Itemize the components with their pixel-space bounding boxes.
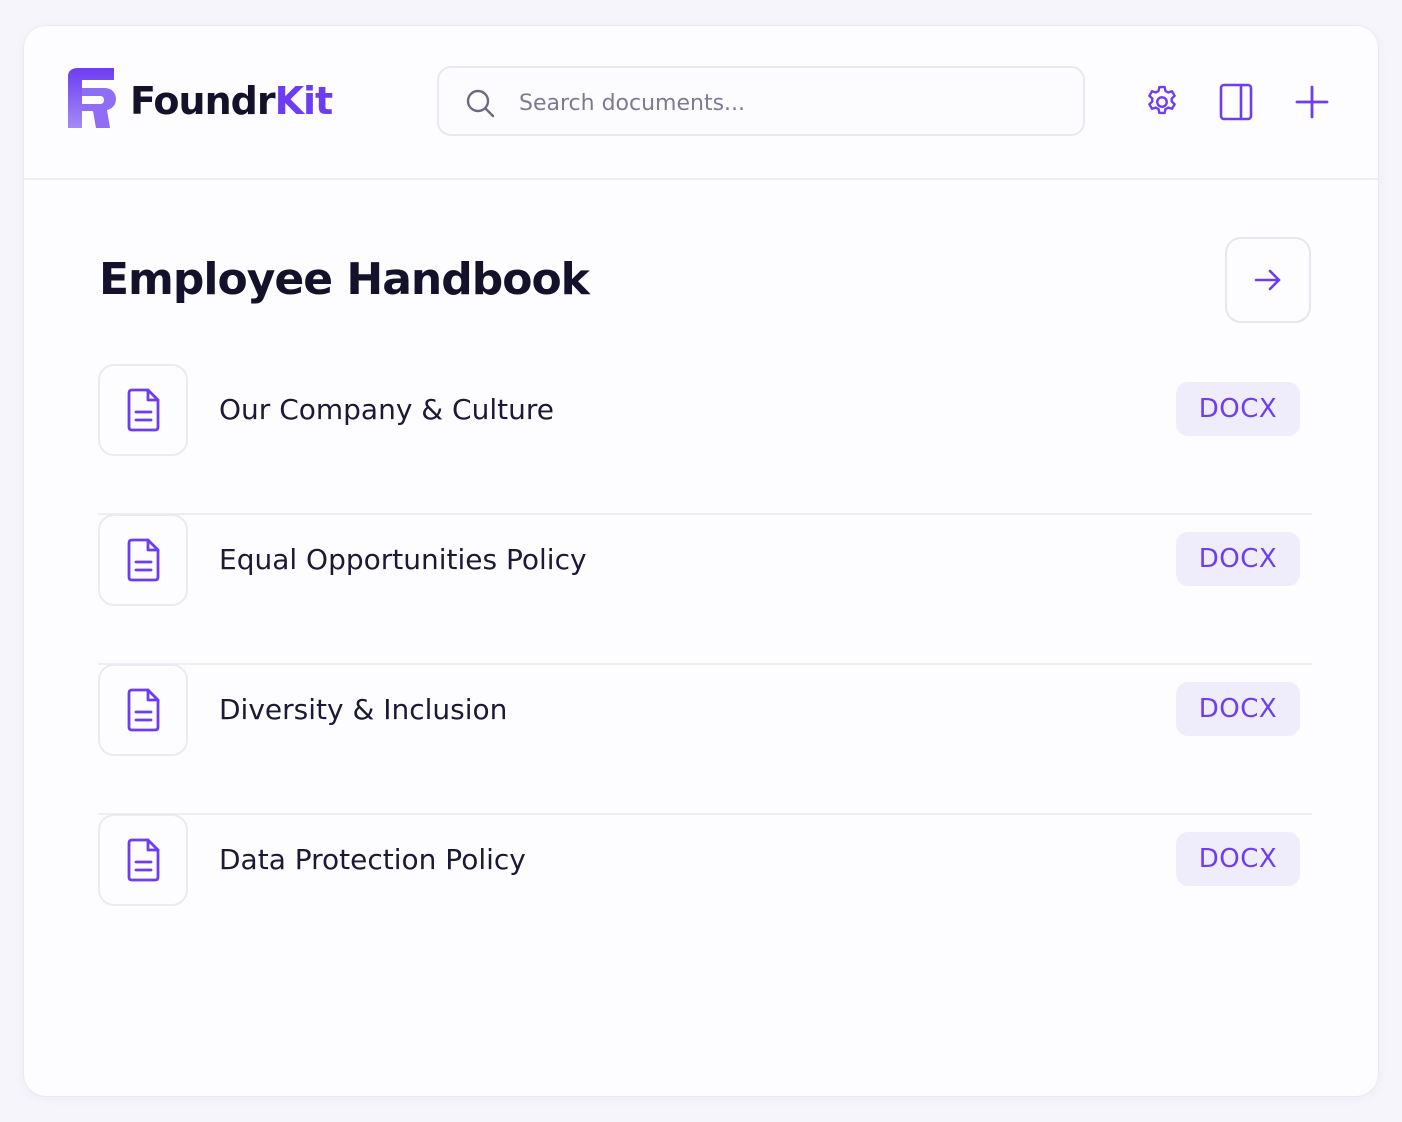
- gear-icon: [1148, 85, 1176, 115]
- document-icon: [127, 838, 160, 882]
- document-name: Equal Opportunities Policy: [219, 543, 587, 576]
- app-header: FoundrKit: [24, 26, 1378, 180]
- file-type-badge: DOCX: [1176, 532, 1300, 586]
- document-row[interactable]: Equal Opportunities Policy DOCX: [98, 513, 1312, 664]
- search-box[interactable]: [437, 66, 1085, 136]
- file-type-badge: DOCX: [1176, 682, 1300, 736]
- file-type-badge: DOCX: [1176, 382, 1300, 436]
- document-name: Diversity & Inclusion: [219, 693, 508, 726]
- search-icon: [466, 89, 495, 118]
- app-card: FoundrKit Employe: [24, 26, 1378, 1096]
- document-icon: [127, 538, 160, 582]
- document-icon: [127, 688, 160, 732]
- settings-button[interactable]: [1142, 82, 1182, 122]
- document-icon-box: [98, 664, 188, 756]
- document-list: Our Company & Culture DOCX Equal Opportu…: [98, 364, 1312, 964]
- document-icon-box: [98, 814, 188, 906]
- open-collection-button[interactable]: [1225, 237, 1311, 323]
- document-icon-box: [98, 514, 188, 606]
- page-title: Employee Handbook: [99, 254, 590, 305]
- document-name: Our Company & Culture: [219, 393, 554, 426]
- file-type-badge: DOCX: [1176, 832, 1300, 886]
- brand-name-accent: Kit: [274, 79, 334, 123]
- sidebar-panel-icon: [1219, 83, 1253, 121]
- document-name: Data Protection Policy: [219, 843, 526, 876]
- document-row[interactable]: Our Company & Culture DOCX: [98, 364, 1312, 514]
- document-icon-box: [98, 364, 188, 456]
- foundrkit-logo-icon[interactable]: [64, 68, 120, 128]
- brand-name-primary: Foundr: [130, 79, 276, 123]
- brand-name: FoundrKit: [130, 76, 334, 126]
- toggle-panel-button[interactable]: [1216, 82, 1256, 122]
- document-row[interactable]: Data Protection Policy DOCX: [98, 813, 1312, 964]
- arrow-right-icon: [1254, 269, 1281, 291]
- search-input[interactable]: [517, 82, 1061, 124]
- document-icon: [127, 388, 160, 432]
- add-document-button[interactable]: [1292, 82, 1332, 122]
- document-row[interactable]: Diversity & Inclusion DOCX: [98, 663, 1312, 814]
- plus-icon: [1295, 85, 1329, 119]
